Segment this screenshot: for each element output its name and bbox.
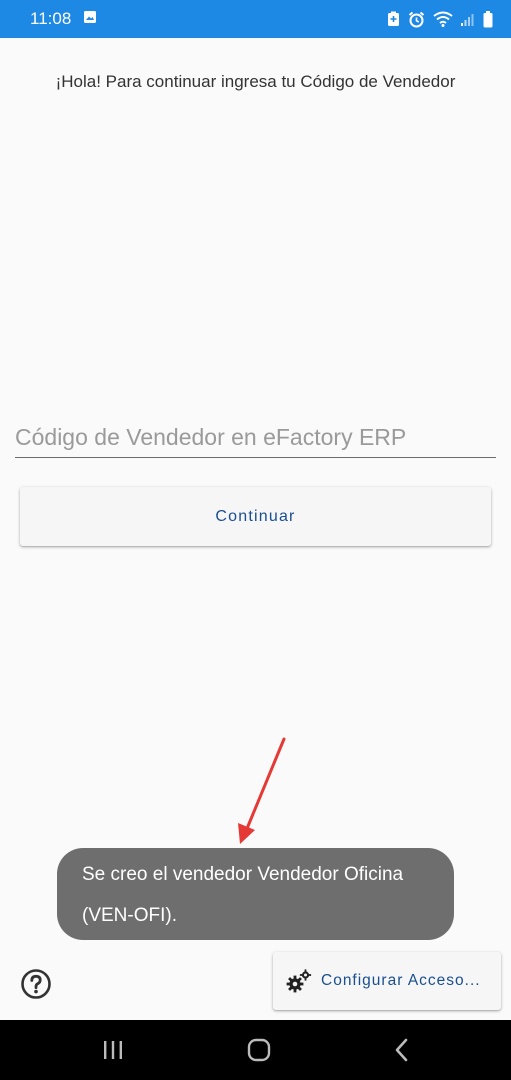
back-icon[interactable] xyxy=(394,1038,410,1062)
status-time: 11:08 xyxy=(30,9,72,28)
signal-icon xyxy=(461,12,475,26)
home-icon[interactable] xyxy=(247,1038,271,1062)
gears-icon xyxy=(286,969,312,993)
battery-icon xyxy=(483,10,493,28)
vendor-code-field[interactable] xyxy=(15,418,496,458)
alarm-icon xyxy=(408,11,425,28)
question-circle-icon[interactable] xyxy=(20,968,52,1000)
battery-saver-icon xyxy=(387,11,400,27)
configure-access-label: Configurar Acceso... xyxy=(321,972,481,989)
recent-apps-icon[interactable] xyxy=(102,1040,124,1060)
navigation-bar xyxy=(0,1020,511,1080)
wifi-icon xyxy=(433,11,453,27)
gallery-icon xyxy=(83,10,97,29)
vendor-code-input[interactable] xyxy=(15,418,496,457)
toast-message: Se creo el vendedor Vendedor Oficina (VE… xyxy=(57,848,454,940)
greeting-text: ¡Hola! Para continuar ingresa tu Código … xyxy=(55,72,456,91)
status-bar: 11:08 xyxy=(0,0,511,38)
red-annotation-arrow-icon xyxy=(238,737,286,844)
continue-button[interactable]: Continuar xyxy=(20,487,491,546)
configure-access-button[interactable]: Configurar Acceso... xyxy=(273,952,501,1010)
